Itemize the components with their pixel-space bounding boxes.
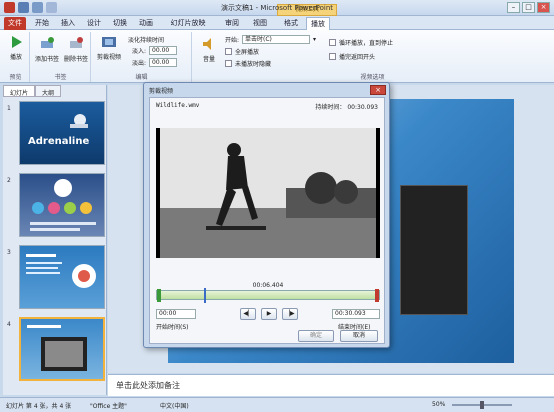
start-dropdown[interactable]: 单击时(C) bbox=[242, 35, 311, 44]
ribbon: 播放 预览 添加书签 删除书签 书签 剪裁视频 淡化持续时间 淡入: 00.00… bbox=[0, 30, 554, 83]
tab-format[interactable]: 格式 bbox=[280, 17, 302, 30]
fade-out-row: 淡出: 00.00 bbox=[132, 58, 178, 67]
fade-in-row: 淡入: 00.00 bbox=[132, 46, 178, 55]
previous-frame-icon: ◀▏ bbox=[243, 310, 253, 317]
zoom-level: 50% bbox=[432, 401, 446, 408]
group-editing: 剪裁视频 淡化持续时间 淡入: 00.00 淡出: 00.00 编辑 bbox=[92, 32, 192, 82]
start-time-input[interactable]: 00:00 bbox=[156, 309, 196, 319]
skateboarder-image bbox=[70, 114, 88, 128]
slide3-graphic bbox=[26, 254, 96, 288]
close-button[interactable]: × bbox=[537, 2, 550, 13]
end-handle[interactable] bbox=[375, 289, 379, 302]
play-pause-button[interactable]: ▶ bbox=[261, 308, 277, 320]
group-video-options: 音量 开始: 单击时(C) ▾ 全屏播放 未播放时隐藏 循环播放，直到停止 播完… bbox=[193, 32, 552, 82]
skateboarder-video-frame bbox=[156, 128, 380, 258]
ribbon-tabs: 文件 开始 插入 设计 切换 动画 幻灯片放映 审阅 视图 格式 播放 bbox=[0, 16, 554, 30]
loop-row: 循环播放，直到停止 bbox=[329, 38, 393, 47]
dialog-body: Wildlife.wmv 持续时间： 00:30.093 00:06.404 0… bbox=[149, 97, 385, 344]
slide-number: 2 bbox=[7, 177, 11, 184]
slide-counter: 幻灯片 第 4 张，共 4 张 bbox=[6, 403, 72, 410]
hide-while-not-playing-checkbox[interactable] bbox=[225, 60, 232, 67]
tab-transitions[interactable]: 切换 bbox=[110, 17, 130, 30]
hide-row: 未播放时隐藏 bbox=[225, 59, 271, 68]
dialog-title: 剪裁视频 bbox=[149, 88, 174, 95]
fade-duration-label: 淡化持续时间 bbox=[128, 37, 165, 44]
slide-number: 1 bbox=[7, 105, 11, 112]
play-button[interactable]: 播放 bbox=[4, 34, 28, 61]
maximize-button[interactable]: □ bbox=[522, 2, 535, 13]
slide-thumbnail-3[interactable] bbox=[19, 245, 105, 309]
trim-video-button[interactable]: 剪裁视频 bbox=[94, 34, 124, 61]
play-icon bbox=[8, 34, 24, 50]
fade-out-spinner[interactable]: 00.00 bbox=[149, 58, 178, 67]
window-title: 演示文稿1 - Microsoft PowerPoint bbox=[220, 4, 334, 12]
slide-thumbnail-4[interactable] bbox=[19, 317, 105, 381]
tab-design[interactable]: 设计 bbox=[84, 17, 104, 30]
play-icon: ▶ bbox=[266, 310, 272, 317]
title-bar: 视频工具 演示文稿1 - Microsoft PowerPoint – □ × bbox=[0, 0, 554, 16]
tab-home[interactable]: 开始 bbox=[32, 17, 52, 30]
slide-number: 4 bbox=[7, 321, 11, 328]
chevron-down-icon[interactable]: ▾ bbox=[313, 36, 316, 43]
window-controls: – □ × bbox=[507, 2, 550, 13]
add-bookmark-button[interactable]: 添加书签 bbox=[33, 36, 61, 63]
next-frame-button[interactable]: ▕▶ bbox=[282, 308, 298, 320]
video-frame-on-slide[interactable] bbox=[400, 185, 468, 315]
remove-bookmark-icon bbox=[68, 36, 84, 52]
end-time-input[interactable]: 00:30.093 bbox=[332, 309, 380, 319]
theme-name: "Office 主题" bbox=[90, 403, 127, 410]
slide-thumbnail-2[interactable] bbox=[19, 173, 105, 237]
notes-pane[interactable]: 单击此处添加备注 bbox=[108, 374, 554, 396]
fade-in-spinner[interactable]: 00.00 bbox=[149, 46, 178, 55]
rewind-checkbox[interactable] bbox=[329, 53, 336, 60]
tab-slideshow[interactable]: 幻灯片放映 bbox=[168, 17, 208, 30]
volume-icon bbox=[201, 36, 217, 52]
cancel-button[interactable]: 取消 bbox=[340, 330, 378, 342]
minimize-button[interactable]: – bbox=[507, 2, 520, 13]
trim-video-dialog: 剪裁视频 × Wildlife.wmv 持续时间： 00:30.093 00:0… bbox=[143, 82, 390, 348]
start-row: 开始: 单击时(C) ▾ bbox=[225, 35, 317, 44]
pane-tabs: 幻灯片 大纲 bbox=[3, 85, 107, 97]
start-time-label: 开始时间(S) bbox=[156, 324, 189, 331]
language-indicator: 中文(中国) bbox=[160, 403, 189, 410]
fullscreen-row: 全屏播放 bbox=[225, 47, 259, 56]
tab-insert[interactable]: 插入 bbox=[58, 17, 78, 30]
trim-timeline[interactable] bbox=[156, 288, 380, 303]
trim-video-icon bbox=[101, 34, 117, 50]
current-time: 00:06.404 bbox=[252, 282, 284, 289]
zoom-slider-thumb[interactable] bbox=[480, 401, 484, 409]
group-bookmarks: 添加书签 删除书签 书签 bbox=[31, 32, 91, 82]
start-handle[interactable] bbox=[157, 289, 161, 302]
status-bar: 幻灯片 第 4 张，共 4 张 "Office 主题" 中文(中国) 50% bbox=[0, 397, 554, 412]
tab-animations[interactable]: 动画 bbox=[136, 17, 156, 30]
loop-checkbox[interactable] bbox=[329, 39, 336, 46]
tab-view[interactable]: 视图 bbox=[250, 17, 270, 30]
slide-number: 3 bbox=[7, 249, 11, 256]
group-preview: 播放 预览 bbox=[2, 32, 30, 82]
tab-playback[interactable]: 播放 bbox=[306, 17, 330, 30]
volume-button[interactable]: 音量 bbox=[197, 36, 221, 63]
dialog-close-button[interactable]: × bbox=[370, 85, 386, 95]
rewind-row: 播完返回开头 bbox=[329, 52, 375, 61]
slides-pane: 幻灯片 大纲 1 Adrenaline 2 3 4 bbox=[3, 85, 107, 395]
tab-outline[interactable]: 大纲 bbox=[35, 85, 62, 97]
tab-file[interactable]: 文件 bbox=[4, 17, 26, 30]
video-preview bbox=[156, 128, 380, 258]
slide2-graphic bbox=[30, 179, 96, 231]
previous-frame-button[interactable]: ◀▏ bbox=[240, 308, 256, 320]
video-filename: Wildlife.wmv bbox=[156, 102, 200, 109]
playhead[interactable] bbox=[203, 288, 206, 303]
slide-thumbnail-1[interactable]: Adrenaline bbox=[19, 101, 105, 165]
next-frame-icon: ▕▶ bbox=[285, 310, 295, 317]
add-bookmark-icon bbox=[39, 36, 55, 52]
slide1-title: Adrenaline bbox=[28, 136, 90, 147]
tab-review[interactable]: 审阅 bbox=[222, 17, 242, 30]
slide4-graphic bbox=[27, 325, 87, 371]
fullscreen-checkbox[interactable] bbox=[225, 48, 232, 55]
ok-button[interactable]: 确定 bbox=[298, 330, 334, 342]
duration-row: 持续时间： 00:30.093 bbox=[315, 104, 378, 111]
tab-slides[interactable]: 幻灯片 bbox=[3, 85, 36, 97]
remove-bookmark-button[interactable]: 删除书签 bbox=[62, 36, 90, 63]
